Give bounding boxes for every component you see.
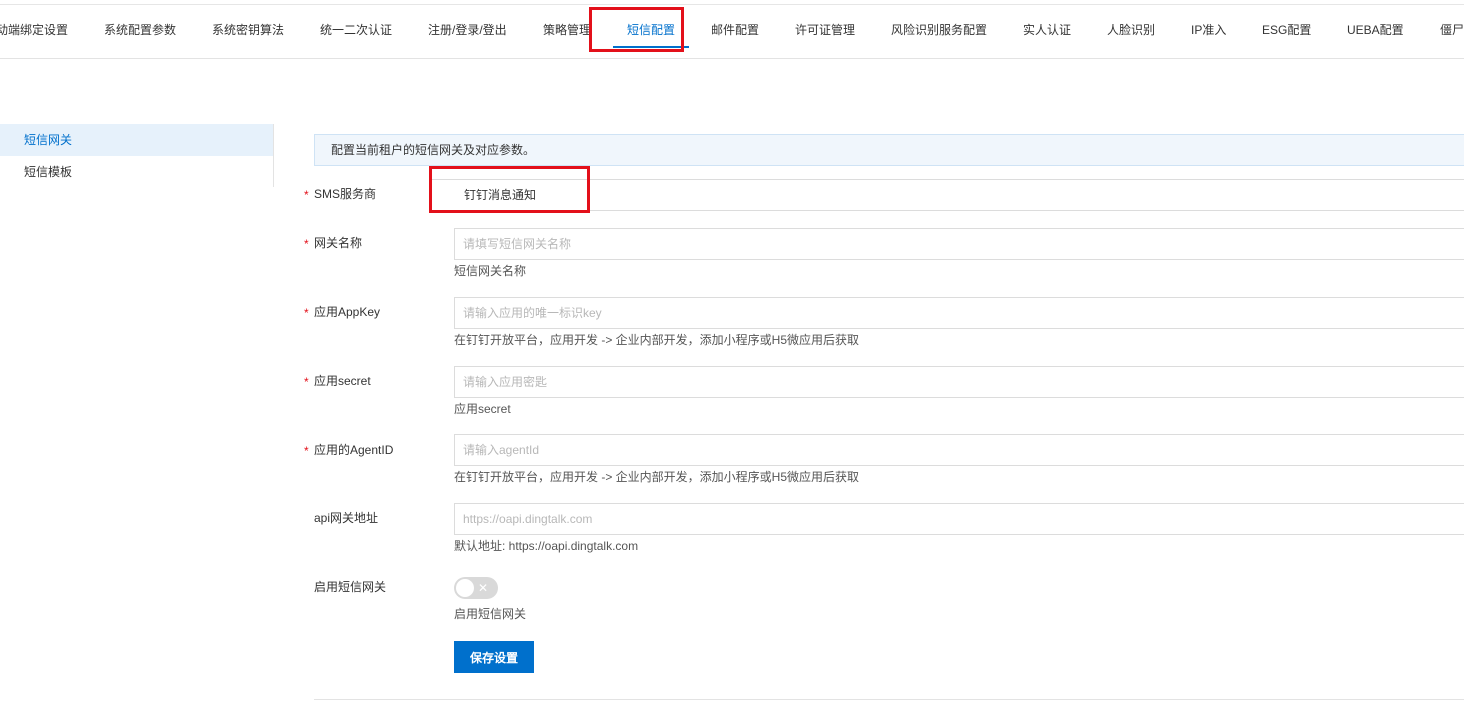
tab-policy[interactable]: 策略管理 [543,5,591,55]
enable-label: 启用短信网关 [314,580,387,594]
sidebar-item-sms-template[interactable]: 短信模板 [0,156,273,188]
tab-sms-config-label: 短信配置 [627,23,676,37]
info-notice: 配置当前租户的短信网关及对应参数。 [314,134,1464,166]
tab-zombie[interactable]: 僵尸 [1440,5,1464,55]
app-secret-hint: 应用secret [454,402,511,416]
tab-secondary-auth[interactable]: 统一二次认证 [320,5,392,55]
app-secret-label: 应用secret [314,374,371,388]
tab-ueba-config[interactable]: UEBA配置 [1347,5,1404,55]
api-gateway-hint: 默认地址: https://oapi.dingtalk.com [454,539,639,553]
provider-select[interactable]: 钉钉消息通知 [431,179,1464,211]
required-mark: * [304,237,309,251]
enable-gateway-toggle[interactable]: ✕ [454,577,498,599]
required-mark: * [304,444,309,458]
tab-risk-service[interactable]: 风险识别服务配置 [891,5,987,55]
tab-esg-config[interactable]: ESG配置 [1262,5,1311,55]
required-mark: * [304,188,309,202]
app-key-label: 应用AppKey [314,305,381,319]
tab-key-algorithm[interactable]: 系统密钥算法 [212,5,284,55]
tab-realname-auth[interactable]: 实人认证 [1023,5,1071,55]
settings-tab-bar: 动端绑定设置 系统配置参数 系统密钥算法 统一二次认证 注册/登录/登出 策略管… [0,5,1464,59]
tab-register-login[interactable]: 注册/登录/登出 [428,5,507,55]
save-button[interactable]: 保存设置 [454,641,534,673]
footer-divider [314,699,1464,700]
provider-label: SMS服务商 [314,187,377,201]
sidebar-item-sms-gateway[interactable]: 短信网关 [0,124,273,156]
required-mark: * [304,375,309,389]
sidebar: 短信网关 短信模板 [0,124,274,187]
tab-ip-access[interactable]: IP准入 [1191,5,1226,55]
required-mark: * [304,306,309,320]
tab-email-config[interactable]: 邮件配置 [711,5,759,55]
app-secret-input[interactable] [454,366,1464,398]
active-tab-indicator [613,46,690,48]
gateway-name-hint: 短信网关名称 [454,264,527,278]
toggle-knob [456,579,474,597]
close-icon: ✕ [478,581,489,595]
api-gateway-label: api网关地址 [314,511,379,525]
tab-face-recognition[interactable]: 人脸识别 [1107,5,1155,55]
app-key-input[interactable] [454,297,1464,329]
agent-id-label: 应用的AgentID [314,443,394,457]
agent-id-hint: 在钉钉开放平台，应用开发 -> 企业内部开发，添加小程序或H5微应用后获取 [454,470,860,484]
tab-license[interactable]: 许可证管理 [795,5,855,55]
tab-system-params[interactable]: 系统配置参数 [104,5,176,55]
tab-mobile-binding[interactable]: 动端绑定设置 [0,5,68,55]
gateway-name-label: 网关名称 [314,236,363,250]
app-key-hint: 在钉钉开放平台，应用开发 -> 企业内部开发，添加小程序或H5微应用后获取 [454,333,860,347]
api-gateway-input[interactable] [454,503,1464,535]
enable-hint: 启用短信网关 [454,607,527,621]
agent-id-input[interactable] [454,434,1464,466]
tab-sms-config[interactable]: 短信配置 [613,5,690,55]
gateway-name-input[interactable] [454,228,1464,260]
provider-value: 钉钉消息通知 [464,188,537,202]
